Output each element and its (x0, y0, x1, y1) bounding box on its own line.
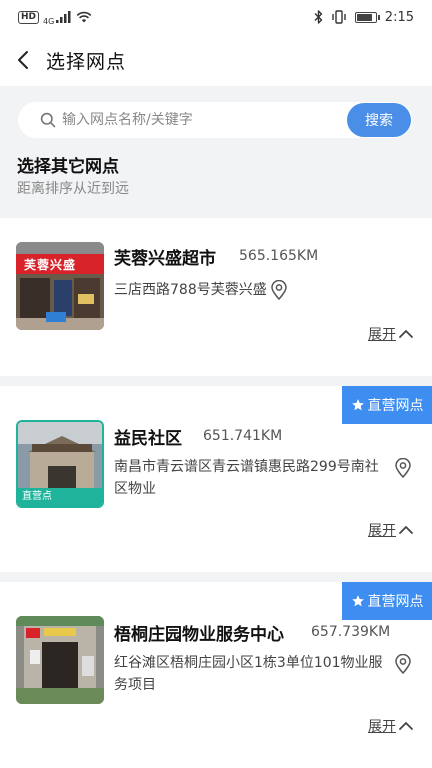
star-icon (351, 595, 364, 607)
outlet-name: 益民社区 (114, 429, 182, 449)
vibrate-icon (332, 10, 346, 24)
section-title: 选择其它网点 (17, 157, 119, 177)
expand-label: 展开 (368, 327, 396, 343)
chevron-up-icon (399, 330, 413, 338)
location-pin-icon[interactable] (394, 654, 412, 674)
outlet-card[interactable]: 直营网点 梧桐庄园物业服务中心 657.739KM 红谷滩区梧桐庄园小区1栋3单… (0, 582, 432, 768)
outlet-address: 红谷滩区梧桐庄园小区1栋3单位101物业服务项目 (114, 655, 383, 693)
chevron-up-icon (399, 526, 413, 534)
section-subtitle: 距离排序从近到远 (17, 181, 129, 197)
search-input[interactable] (62, 112, 332, 128)
back-button[interactable] (0, 34, 46, 86)
expand-toggle[interactable]: 展开 (368, 716, 414, 736)
signal-icon (56, 11, 71, 23)
tag-label: 直营网点 (367, 398, 424, 414)
status-right: 2:15 (314, 10, 414, 25)
page-title: 选择网点 (46, 50, 127, 73)
outlet-distance: 651.741KM (203, 428, 283, 444)
direct-outlet-tag: 直营网点 (342, 386, 432, 424)
chevron-left-icon (18, 51, 28, 69)
expand-label: 展开 (368, 523, 396, 539)
search-box[interactable]: 搜索 (18, 102, 412, 138)
thumb-badge: 直营点 (18, 488, 102, 506)
search-icon (40, 112, 56, 128)
clock: 2:15 (384, 9, 414, 25)
outlet-distance: 657.739KM (311, 624, 391, 640)
expand-label: 展开 (368, 719, 396, 735)
star-icon (351, 399, 364, 411)
outlet-photo: 芙蓉兴盛 (16, 242, 104, 330)
nav-bar: 选择网点 (0, 34, 432, 86)
direct-outlet-tag: 直营网点 (342, 582, 432, 620)
outlet-card[interactable]: 直营网点 直营点 益民社区 651.741KM 南昌市青云谱区青云谱镇惠民路29… (0, 386, 432, 572)
outlet-photo: 直营点 (16, 420, 104, 508)
outlet-photo (16, 616, 104, 704)
outlet-name: 梧桐庄园物业服务中心 (114, 625, 284, 645)
wifi-icon (76, 11, 92, 23)
bluetooth-icon (314, 10, 322, 24)
outlet-card[interactable]: 芙蓉兴盛 芙蓉兴盛超市 565.165KM 三店西路788号芙蓉兴盛 展开 (0, 218, 432, 376)
expand-toggle[interactable]: 展开 (368, 324, 414, 344)
outlet-name: 芙蓉兴盛超市 (114, 249, 216, 269)
outlet-address: 三店西路788号芙蓉兴盛 (114, 282, 267, 298)
location-pin-icon[interactable] (394, 458, 412, 478)
network-type: 4G (43, 16, 55, 26)
status-bar: HD 4G 2:15 (0, 0, 432, 34)
status-left: HD 4G (18, 9, 92, 26)
battery-icon (354, 11, 380, 23)
search-area: 搜索 选择其它网点 距离排序从近到远 (0, 86, 432, 210)
outlet-distance: 565.165KM (239, 248, 319, 264)
shop-sign-text: 芙蓉兴盛 (24, 258, 77, 272)
location-pin-icon[interactable] (270, 280, 288, 300)
battery-level (356, 13, 373, 21)
search-button[interactable]: 搜索 (347, 103, 411, 137)
hd-badge: HD (18, 10, 40, 24)
tag-label: 直营网点 (367, 594, 424, 610)
chevron-up-icon (399, 722, 413, 730)
outlet-address: 南昌市青云谱区青云谱镇惠民路299号南社区物业 (114, 459, 379, 497)
expand-toggle[interactable]: 展开 (368, 520, 414, 540)
